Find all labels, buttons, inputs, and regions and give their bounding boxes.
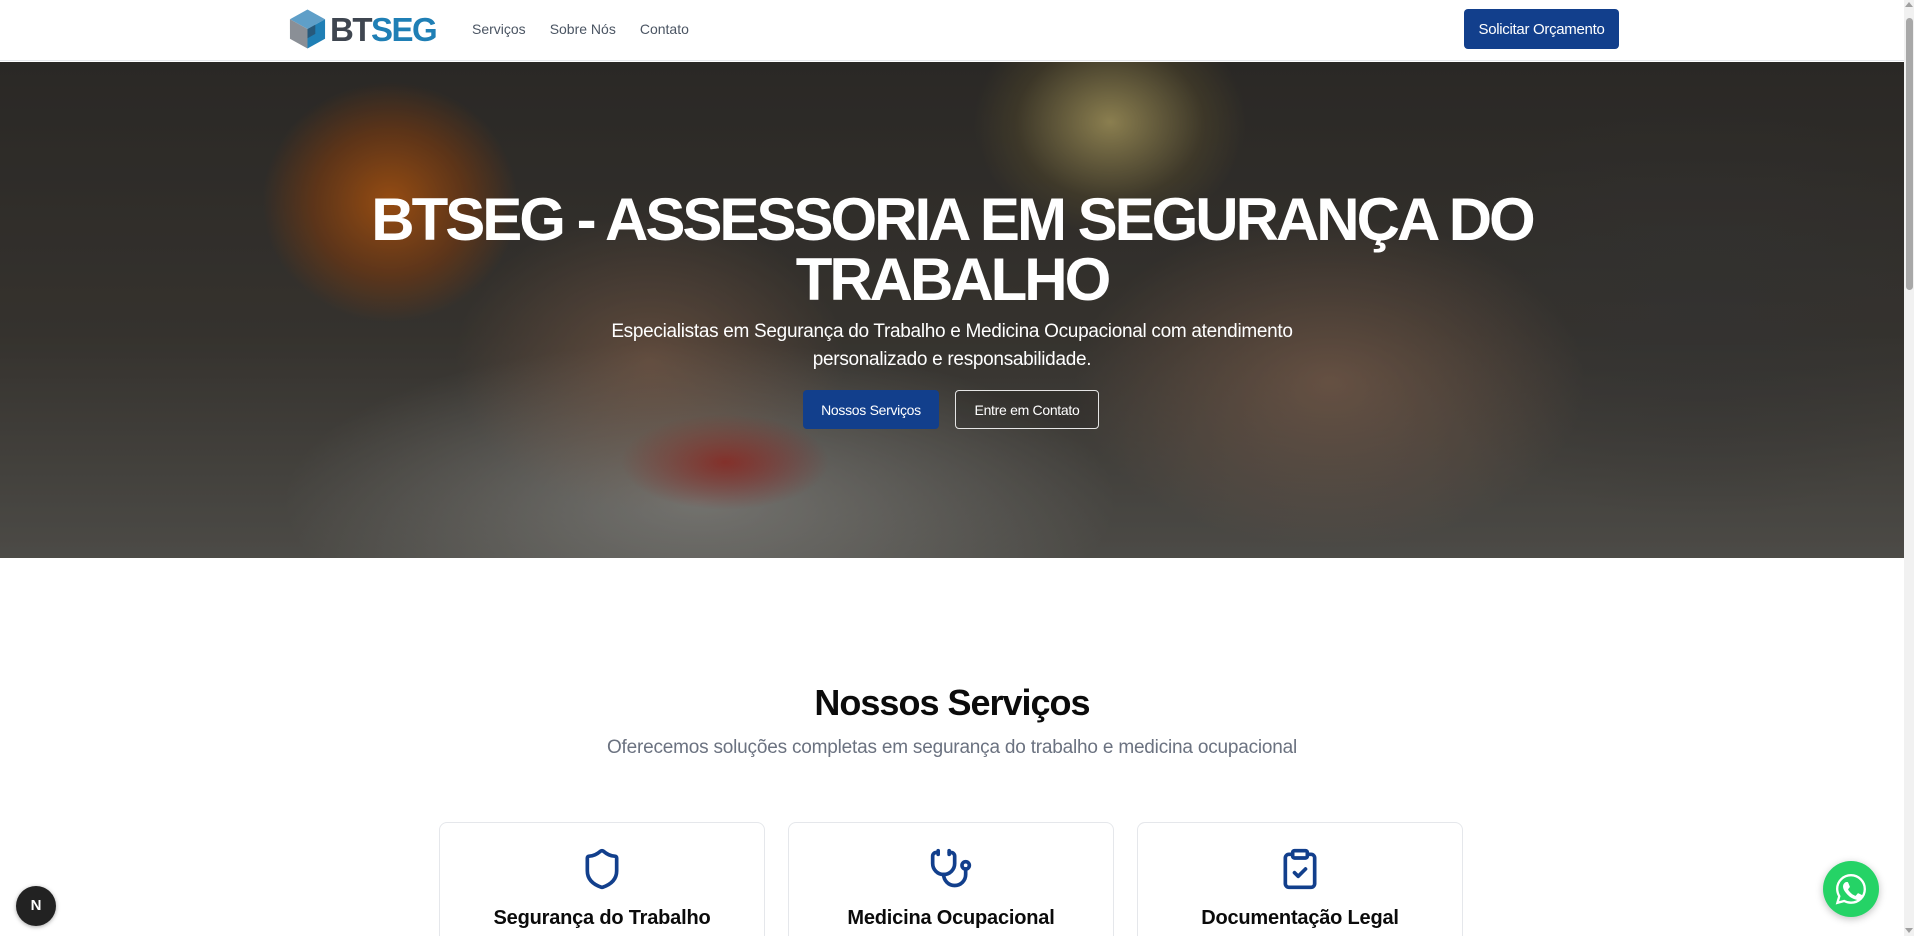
logo-cube-icon (289, 9, 326, 49)
logo-text-seg: SEG (371, 10, 438, 48)
request-quote-button[interactable]: Solicitar Orçamento (1464, 9, 1619, 49)
clipboard-check-icon (1283, 848, 1317, 890)
logo-wordmark: BTSEG (330, 10, 438, 48)
dev-tools-badge[interactable]: N (16, 886, 56, 926)
nav-link-sobre-nos[interactable]: Sobre Nós (550, 20, 616, 38)
whatsapp-icon (1835, 874, 1866, 905)
contact-us-button[interactable]: Entre em Contato (955, 390, 1099, 429)
site-header: BTSEG Serviços Sobre Nós Contato Solicit… (0, 0, 1904, 61)
scroll-down-arrow-icon[interactable] (1905, 928, 1913, 933)
our-services-button[interactable]: Nossos Serviços (803, 390, 939, 429)
scrollbar-thumb[interactable] (1906, 18, 1913, 290)
hero-subtitle: Especialistas em Segurança do Trabalho e… (611, 321, 1293, 370)
stethoscope-icon (930, 848, 972, 888)
services-subtitle: Oferecemos soluções completas em seguran… (606, 737, 1298, 758)
scroll-up-arrow-icon[interactable] (1905, 2, 1913, 7)
shield-icon (585, 848, 619, 890)
nav-link-contato[interactable]: Contato (640, 20, 689, 38)
service-card-medicina[interactable]: Medicina Ocupacional (788, 822, 1114, 936)
service-card-title: Medicina Ocupacional (847, 907, 1055, 929)
service-card-documentacao[interactable]: Documentação Legal (1137, 822, 1463, 936)
services-heading: Nossos Serviços (814, 682, 1090, 723)
service-card-seguranca[interactable]: Segurança do Trabalho (439, 822, 765, 936)
logo-text-bt: BT (330, 10, 373, 48)
nav-link-servicos[interactable]: Serviços (472, 20, 526, 38)
brand-logo[interactable]: BTSEG (288, 7, 438, 51)
hero-section: BTSEG - ASSESSORIA EM SEGURANÇA DO TRABA… (0, 62, 1904, 558)
whatsapp-button[interactable] (1823, 861, 1879, 917)
main-nav: Serviços Sobre Nós Contato (472, 20, 689, 38)
hero-title: BTSEG - ASSESSORIA EM SEGURANÇA DO TRABA… (371, 186, 1535, 313)
service-card-title: Segurança do Trabalho (493, 907, 711, 929)
service-card-title: Documentação Legal (1201, 907, 1399, 929)
hero-actions: Nossos Serviços Entre em Contato (803, 390, 1099, 429)
